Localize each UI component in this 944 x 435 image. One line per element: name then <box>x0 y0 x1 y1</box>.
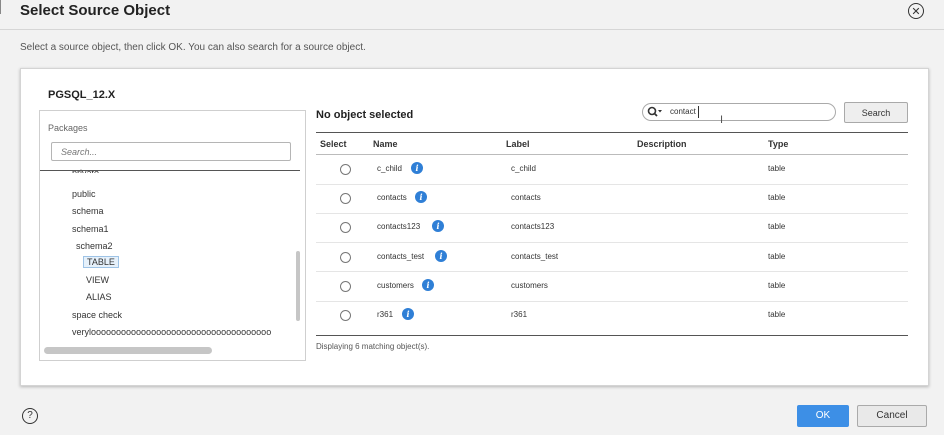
help-icon[interactable]: ? <box>22 408 38 424</box>
row-name: c_child <box>377 164 402 173</box>
row-divider <box>316 301 908 302</box>
tree-node-verylong[interactable]: verylooooooooooooooooooooooooooooooooooo… <box>72 327 296 337</box>
cancel-button[interactable]: Cancel <box>857 405 927 427</box>
row-select-radio[interactable] <box>340 252 351 263</box>
column-header-description[interactable]: Description <box>637 139 687 149</box>
row-divider <box>316 213 908 214</box>
info-icon[interactable]: i <box>422 279 434 291</box>
row-type: table <box>768 222 786 231</box>
info-icon[interactable]: i <box>432 220 444 232</box>
tree-node-view[interactable]: VIEW <box>86 275 109 285</box>
row-divider <box>316 271 908 272</box>
package-search-input[interactable] <box>51 142 291 161</box>
row-name: customers <box>377 281 414 290</box>
column-header-select: Select <box>320 139 347 149</box>
title-divider <box>0 29 944 30</box>
row-name: r361 <box>377 310 394 319</box>
tree-node-schema1[interactable]: schema1 <box>72 224 109 234</box>
row-label: c_child <box>511 164 536 173</box>
tree-node-public[interactable]: public <box>72 189 96 199</box>
selection-status: No object selected <box>316 109 414 121</box>
column-header-type[interactable]: Type <box>768 139 788 149</box>
window-edge <box>0 0 1 14</box>
row-type: table <box>768 193 786 202</box>
ibeam-cursor-icon: I <box>720 114 724 126</box>
row-label: contacts_test <box>511 252 559 261</box>
tree-vertical-scrollbar[interactable] <box>296 251 300 321</box>
row-select-radio[interactable] <box>340 281 351 292</box>
tree-node-schema2[interactable]: schema2 <box>76 241 113 251</box>
row-name: contacts_test <box>377 252 425 261</box>
connection-name: PGSQL_12.X <box>48 89 116 101</box>
tree-node-space-check[interactable]: space check <box>72 310 122 320</box>
row-label: contacts <box>511 193 541 202</box>
tree-node-schema[interactable]: schema <box>72 206 104 216</box>
row-select-radio[interactable] <box>340 222 351 233</box>
row-select-radio[interactable] <box>340 164 351 175</box>
table-top-border <box>316 132 908 133</box>
row-select-radio[interactable] <box>340 310 351 321</box>
table-header-divider <box>316 154 908 155</box>
tree-horizontal-scrollbar[interactable] <box>44 347 212 354</box>
row-divider <box>316 242 908 243</box>
row-type: table <box>768 310 786 319</box>
row-type: table <box>768 252 786 261</box>
row-type: table <box>768 281 786 290</box>
ok-button[interactable]: OK <box>797 405 849 427</box>
table-bottom-border <box>316 335 908 336</box>
row-type: table <box>768 164 786 173</box>
info-icon[interactable]: i <box>411 162 423 174</box>
row-divider <box>316 184 908 185</box>
close-icon[interactable]: ✕ <box>908 3 924 19</box>
info-icon[interactable]: i <box>415 191 427 203</box>
column-header-name[interactable]: Name <box>373 139 398 149</box>
row-label: r361 <box>511 310 528 319</box>
search-value: contact <box>670 107 696 116</box>
tree-node-table[interactable]: TABLE <box>83 256 119 268</box>
tree-node-alias[interactable]: ALIAS <box>86 292 112 302</box>
packages-label: Packages <box>48 123 88 133</box>
result-count-text: Displaying 6 matching object(s). <box>316 342 430 351</box>
column-header-label[interactable]: Label <box>506 139 530 149</box>
row-label: contacts123 <box>511 222 555 231</box>
row-select-radio[interactable] <box>340 193 351 204</box>
instructions-text: Select a source object, then click OK. Y… <box>20 42 366 53</box>
row-label: customers <box>511 281 548 290</box>
row-name: contacts123 <box>377 222 421 231</box>
row-name: contacts <box>377 193 407 202</box>
text-cursor <box>698 106 699 118</box>
tree-search-divider <box>40 170 300 171</box>
search-button[interactable]: Search <box>844 102 908 123</box>
search-icon[interactable] <box>647 106 663 121</box>
info-icon[interactable]: i <box>435 250 447 262</box>
dialog-title: Select Source Object <box>20 2 171 19</box>
info-icon[interactable]: i <box>402 308 414 320</box>
